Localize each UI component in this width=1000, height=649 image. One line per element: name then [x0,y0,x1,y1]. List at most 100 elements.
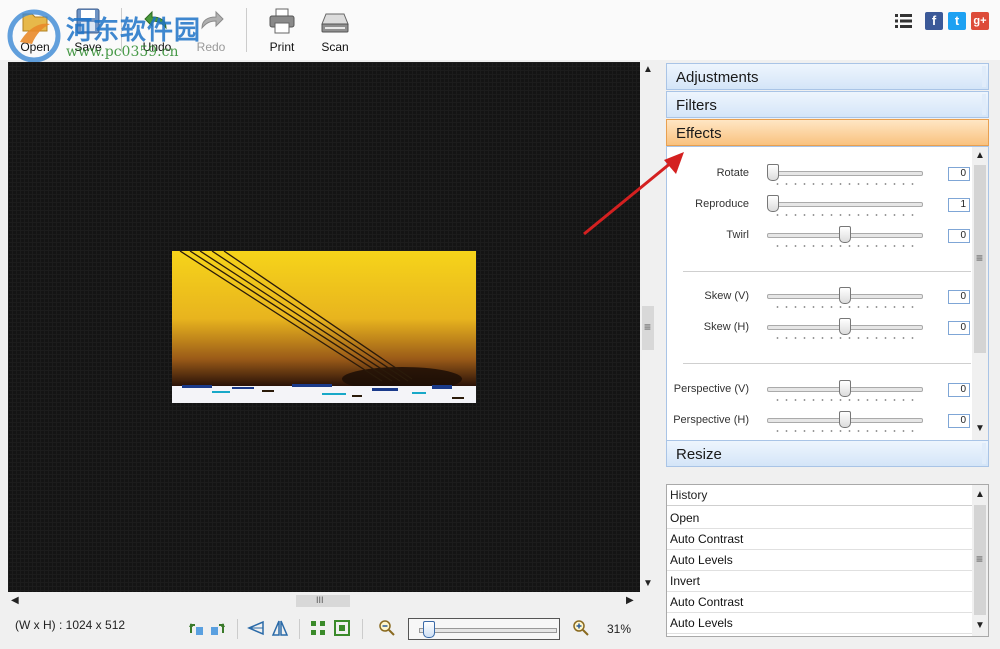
effects-scroll-down-arrow[interactable]: ▼ [975,423,985,434]
section-adjustments-label: Adjustments [676,69,759,86]
facebook-icon[interactable]: f [925,12,943,30]
section-resize[interactable]: Resize [666,440,989,467]
slider-track[interactable] [767,202,923,207]
slider-value-field[interactable]: 0 [948,167,970,181]
zoom-percentage: 31% [607,622,632,636]
history-item[interactable]: Auto Levels [667,550,972,571]
hscroll-grip: III [316,595,324,605]
slider-value-field[interactable]: 0 [948,383,970,397]
zoom-out-icon[interactable] [378,619,396,637]
section-filters-label: Filters [676,97,717,114]
section-edge [982,66,986,87]
slider-thumb[interactable] [767,195,779,212]
toolbar: Open Save Undo Redo Print Scan 河东软件园 www… [0,0,1000,63]
zoom-in-icon[interactable] [572,619,590,637]
status-divider [299,619,300,639]
history-header: History [667,485,972,506]
zoom-slider-track [419,628,557,633]
scan-button[interactable]: Scan [310,4,360,56]
rotate-left-icon[interactable] [187,619,205,637]
annotation-arrow [583,152,684,236]
scroll-down-arrow[interactable]: ▼ [643,578,653,589]
slider-ticks [773,399,917,401]
slider-ticks [773,183,917,185]
fit-to-window-icon[interactable] [333,619,351,637]
image-dimensions: (W x H) : 1024 x 512 [15,618,126,632]
printer-icon [269,8,295,34]
list-menu-icon[interactable] [895,13,913,29]
history-item[interactable]: Open [667,508,972,529]
slider-label: Perspective (V) [673,383,749,395]
slider-label: Perspective (H) [673,414,749,426]
print-label: Print [269,40,295,54]
section-effects-label: Effects [676,125,722,142]
slider-ticks [773,430,917,432]
slider-thumb[interactable] [839,287,851,304]
effects-panel: Rotate 0 Reproduce 1 Twirl 0 Skew (V) 0 Skew (H)… [666,146,989,441]
scroll-right-arrow[interactable]: ▶ [626,595,634,606]
history-item[interactable]: Auto Contrast [667,529,972,550]
edited-photo[interactable] [172,251,476,403]
history-scroll-thumb[interactable]: ≡ [974,505,986,615]
flip-vertical-icon[interactable] [247,619,265,637]
site-logo [7,9,61,63]
slider-thumb[interactable] [767,164,779,181]
flip-horizontal-icon[interactable] [271,619,289,637]
section-filters[interactable]: Filters [666,91,989,118]
divider [683,271,971,272]
zoom-slider-thumb[interactable] [422,621,435,638]
canvas-vscroll-thumb[interactable]: ≡ [642,306,654,350]
slider-thumb[interactable] [839,380,851,397]
section-adjustments[interactable]: Adjustments [666,63,989,90]
history-item[interactable]: Auto Contrast [667,592,972,613]
section-resize-label: Resize [676,446,722,463]
toolbar-divider [246,8,247,52]
print-button[interactable]: Print [257,4,307,56]
status-divider [362,619,363,639]
divider [683,363,971,364]
scroll-up-arrow[interactable]: ▲ [643,64,653,75]
history-scroll-grip: ≡ [976,552,984,566]
slider-ticks [773,337,917,339]
slider-thumb[interactable] [839,411,851,428]
watermark-title: 河东软件园 [66,16,202,46]
rotate-right-icon[interactable] [209,619,227,637]
slider-ticks [773,214,917,216]
section-edge [982,94,986,115]
history-scroll-down-arrow[interactable]: ▼ [975,620,985,631]
effects-scroll-up-arrow[interactable]: ▲ [975,150,985,161]
history-scrollbar[interactable]: ▲ ≡ ▼ [972,485,988,636]
actual-size-icon[interactable] [309,619,327,637]
effects-scrollbar[interactable]: ▲ ≡ ▼ [972,147,988,440]
slider-ticks [773,245,917,247]
slider-value-field[interactable]: 0 [948,290,970,304]
section-edge [982,443,986,464]
slider-value-field[interactable]: 1 [948,198,970,212]
effects-scroll-thumb[interactable]: ≡ [974,165,986,353]
slider-value-field[interactable]: 0 [948,229,970,243]
scan-label: Scan [321,40,349,54]
scroll-left-arrow[interactable]: ◀ [11,595,19,606]
google-plus-icon[interactable]: g+ [971,12,989,30]
slider-thumb[interactable] [839,226,851,243]
slider-label: Skew (H) [703,321,749,333]
zoom-slider[interactable] [408,618,560,640]
section-effects[interactable]: Effects [666,119,989,146]
effects-scroll-grip: ≡ [976,251,984,265]
slider-thumb[interactable] [839,318,851,335]
slider-value-field[interactable]: 0 [948,321,970,335]
slider-ticks [773,306,917,308]
vscroll-grip: ≡ [644,320,652,334]
watermark-url: www.pc0359.cn [66,44,179,60]
canvas-vertical-scrollbar[interactable]: ▲ ≡ ▼ [640,62,656,592]
slider-track[interactable] [767,171,923,176]
history-scroll-up-arrow[interactable]: ▲ [975,489,985,500]
slider-label: Skew (V) [704,290,749,302]
history-item[interactable]: Invert [667,571,972,592]
slider-value-field[interactable]: 0 [948,414,970,428]
canvas-horizontal-scrollbar[interactable]: ◀ III ▶ [8,593,640,609]
twitter-icon[interactable]: t [948,12,966,30]
scanner-icon [321,13,349,33]
history-item[interactable]: Auto Levels [667,613,972,634]
canvas-hscroll-thumb[interactable]: III [296,595,350,607]
